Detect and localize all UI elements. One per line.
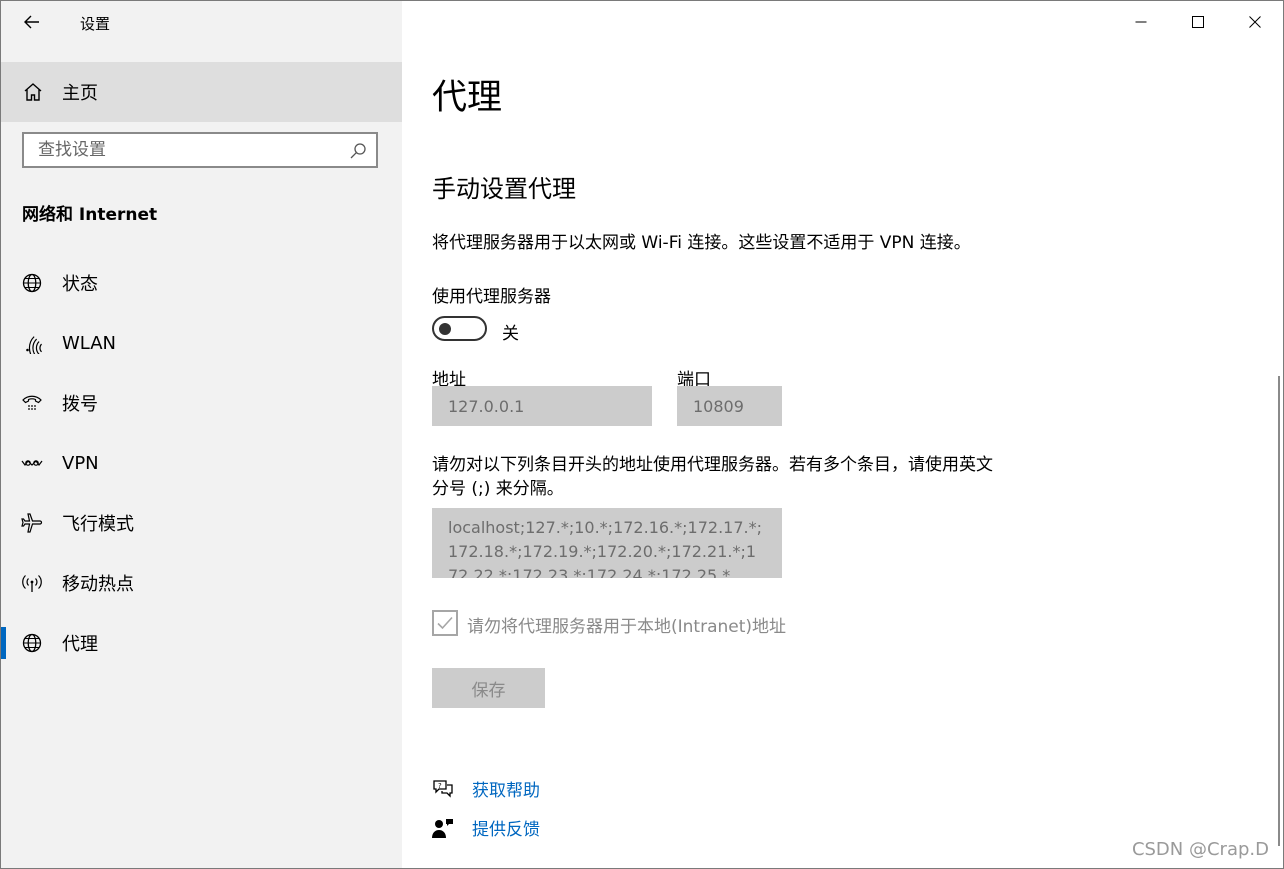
sidebar-item-label: 状态 [62, 274, 98, 295]
maximize-icon [1191, 16, 1204, 28]
home-icon [21, 80, 45, 104]
sidebar-item-wlan[interactable]: WLAN [1, 313, 402, 373]
svg-text:?: ? [438, 782, 442, 790]
address-input[interactable] [432, 386, 652, 426]
toggle-knob [439, 322, 451, 335]
search-box[interactable] [22, 132, 378, 168]
vpn-icon [21, 452, 43, 474]
give-feedback-link[interactable]: 提供反馈 [432, 815, 540, 840]
sidebar: 设置 主页 网络和 Internet [1, 1, 402, 868]
hotspot-icon [21, 572, 43, 594]
section-heading: 手动设置代理 [432, 175, 576, 203]
section-title: 网络和 Internet [22, 205, 158, 225]
sidebar-item-vpn[interactable]: VPN [1, 433, 402, 493]
exclude-description: 请勿对以下列条目开头的地址使用代理服务器。若有多个条目，请使用英文分号 (;) … [432, 455, 993, 499]
sidebar-item-label: 主页 [62, 83, 98, 104]
port-input[interactable] [677, 386, 782, 426]
get-help-label[interactable]: 获取帮助 [472, 776, 540, 801]
checkmark-icon [437, 616, 453, 630]
save-button[interactable]: 保存 [432, 668, 545, 708]
sidebar-item-label: 代理 [62, 634, 98, 655]
close-button[interactable] [1226, 1, 1283, 43]
give-feedback-label[interactable]: 提供反馈 [472, 815, 540, 840]
local-bypass-label: 请勿将代理服务器用于本地(Intranet)地址 [467, 617, 787, 637]
back-button[interactable] [15, 7, 49, 37]
search-input[interactable] [24, 139, 340, 161]
sidebar-item-home[interactable]: 主页 [1, 62, 402, 122]
app-title: 设置 [80, 15, 111, 33]
globe-status-icon [21, 272, 43, 294]
sidebar-item-label: 拨号 [62, 394, 98, 415]
search-icon [350, 143, 366, 159]
globe-icon [21, 632, 43, 654]
sidebar-item-label: 飞行模式 [62, 514, 134, 535]
watermark: CSDN @Crap.D [1131, 839, 1269, 860]
sidebar-item-hotspot[interactable]: 移动热点 [1, 553, 402, 613]
sidebar-item-airplane-mode[interactable]: 飞行模式 [1, 493, 402, 553]
page-title: 代理 [432, 78, 503, 118]
sidebar-item-proxy[interactable]: 代理 [1, 613, 402, 673]
back-arrow-icon [24, 15, 39, 29]
use-proxy-label: 使用代理服务器 [432, 287, 551, 307]
scrollbar[interactable] [1278, 376, 1280, 846]
sidebar-item-label: 移动热点 [62, 574, 134, 595]
sidebar-item-label: VPN [62, 452, 99, 474]
local-bypass-checkbox[interactable] [432, 610, 458, 636]
sidebar-item-dialup[interactable]: 拨号 [1, 373, 402, 433]
airplane-icon [21, 512, 43, 534]
sidebar-item-label: WLAN [62, 332, 117, 354]
help-chat-icon: ? [432, 778, 454, 800]
get-help-link[interactable]: ? 获取帮助 [432, 776, 540, 801]
exclude-list-input[interactable]: localhost;127.*;10.*;172.16.*;172.17.*;1… [432, 508, 782, 578]
use-proxy-toggle[interactable] [432, 316, 487, 341]
close-icon [1248, 16, 1261, 28]
minimize-button[interactable] [1112, 1, 1169, 43]
title-bar: 设置 [1, 1, 402, 43]
minimize-icon [1135, 21, 1146, 23]
settings-window: 设置 主页 网络和 Internet [0, 0, 1284, 869]
toggle-state-label: 关 [502, 324, 519, 344]
sidebar-item-status[interactable]: 状态 [1, 253, 402, 313]
wifi-icon [21, 332, 43, 354]
main-panel: 代理 手动设置代理 将代理服务器用于以太网或 Wi-Fi 连接。这些设置不适用于… [402, 1, 1283, 868]
feedback-person-icon [432, 817, 454, 839]
proxy-description: 将代理服务器用于以太网或 Wi-Fi 连接。这些设置不适用于 VPN 连接。 [432, 233, 971, 253]
dialup-icon [21, 392, 43, 414]
maximize-button[interactable] [1169, 1, 1226, 43]
